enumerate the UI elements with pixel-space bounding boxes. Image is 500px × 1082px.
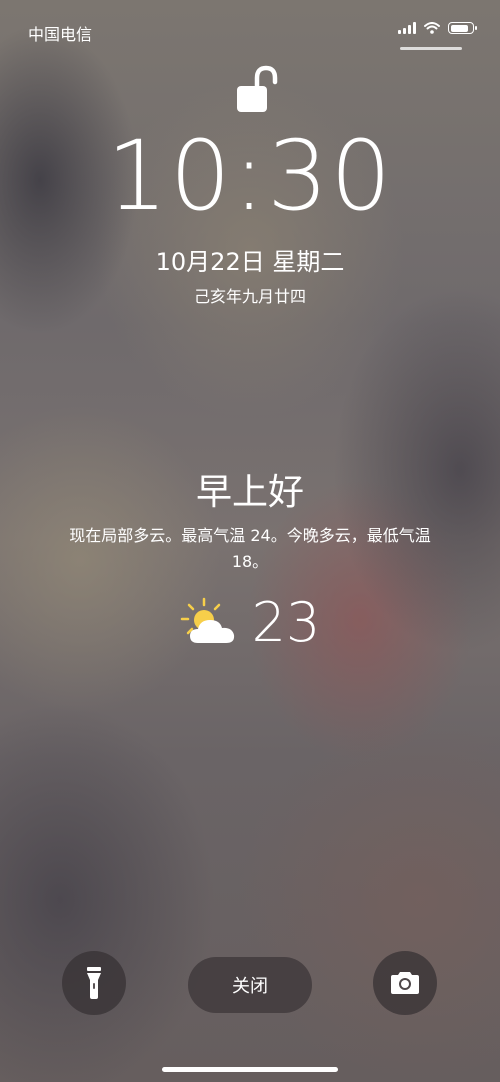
lock-screen-date: 10月22日 星期二 [155,248,345,276]
home-indicator[interactable] [162,1067,338,1072]
greeting-text: 早上好 [195,472,304,513]
battery-fill [450,24,468,32]
weather-forecast-text: 现在局部多云。最高气温 24。今晚多云，最低气温 18。 [69,526,431,571]
control-center-indicator[interactable] [400,47,462,50]
camera-icon [391,972,419,994]
lunar-date: 己亥年九月廿四 [193,287,306,306]
wifi-icon [424,22,440,34]
unlocked-padlock-icon [237,65,278,112]
partly-cloudy-icon [180,597,234,643]
camera-button[interactable] [373,951,437,1015]
flashlight-icon [87,967,101,999]
status-icons [398,22,477,34]
lock-screen-time: 10:30 [106,120,394,232]
status-bar: 中国电信 [0,0,500,60]
weather-widget: 23 [0,596,500,650]
flashlight-button[interactable] [62,951,126,1015]
current-temperature: 23 [251,591,321,654]
signal-icon [398,22,416,34]
battery-icon [448,22,477,34]
carrier-name: 中国电信 [28,25,93,44]
close-button[interactable]: 关闭 [188,957,312,1013]
